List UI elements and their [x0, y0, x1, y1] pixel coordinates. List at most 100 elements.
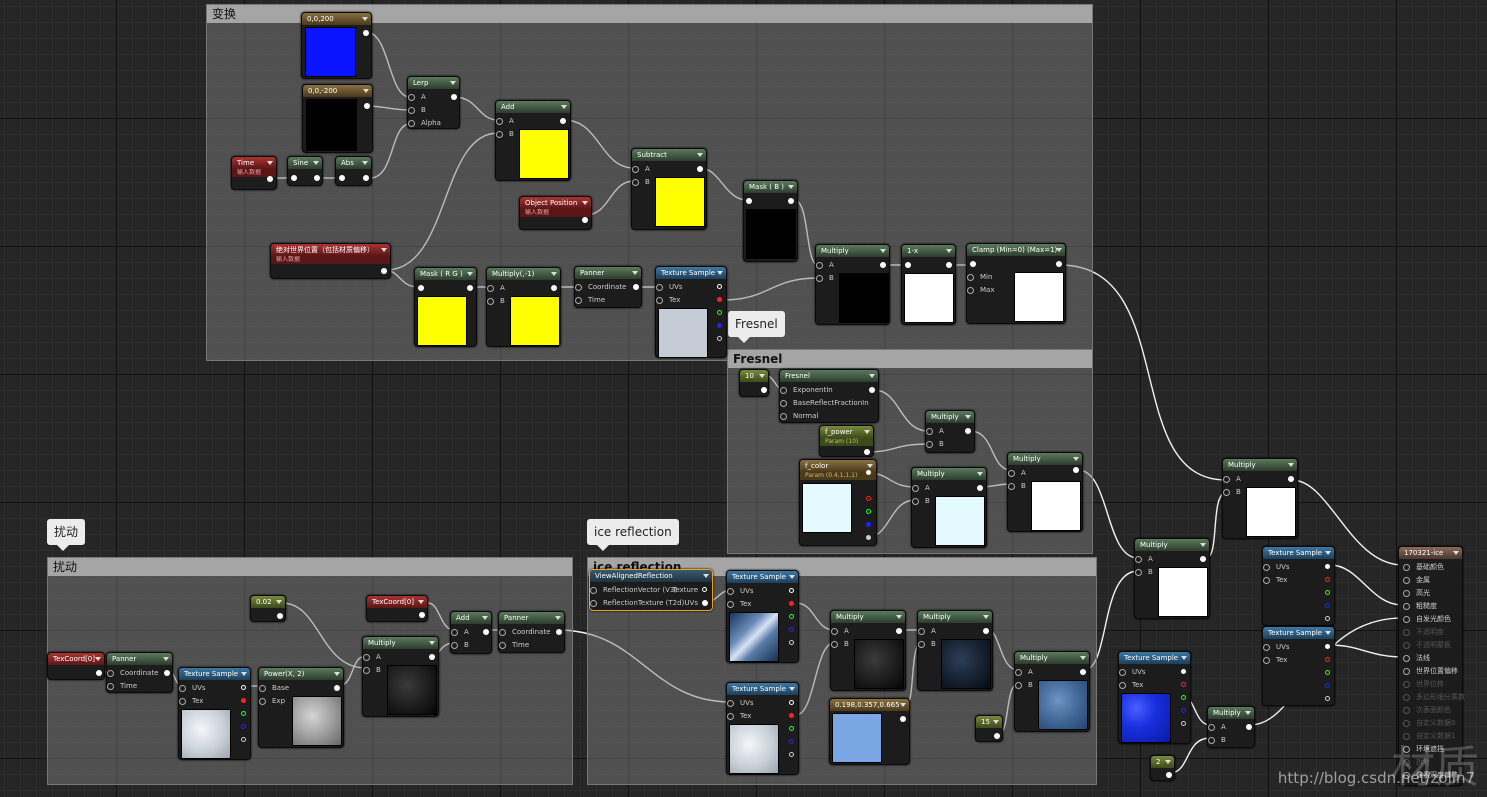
node-const-bottom[interactable]: 0,0,-200: [302, 84, 373, 153]
output-g[interactable]: [241, 711, 246, 716]
output-rgb[interactable]: [1325, 564, 1330, 569]
node-multiply-ice-1[interactable]: Multiply A B: [830, 610, 906, 691]
node-f-color[interactable]: f_color Param (0.4,1,1,1): [799, 459, 877, 546]
pin-tex[interactable]: Tex: [1263, 655, 1287, 665]
pin-uvs[interactable]: UVs: [1263, 642, 1290, 652]
node-object-position[interactable]: Object Position 输入数据: [519, 196, 592, 230]
output-uvs-pin[interactable]: [702, 600, 708, 606]
pin-b[interactable]: B: [816, 273, 834, 283]
output-r[interactable]: [789, 713, 794, 718]
pin-b[interactable]: B: [1223, 487, 1241, 497]
pin-coordinate[interactable]: Coordinate: [575, 282, 626, 292]
node-multiply-right-3[interactable]: Multiply A B: [1207, 706, 1255, 748]
pin-tex[interactable]: Tex: [727, 711, 751, 721]
output-rgb[interactable]: [1325, 644, 1330, 649]
output-pin[interactable]: [1080, 669, 1086, 675]
pin-b[interactable]: B: [1008, 481, 1026, 491]
pin-time[interactable]: Time: [575, 295, 605, 305]
output-pin[interactable]: [429, 654, 435, 660]
node-multiply-ice-2[interactable]: Multiply A B: [917, 610, 993, 691]
output-pin[interactable]: [1246, 724, 1252, 730]
output-pin[interactable]: [880, 262, 886, 268]
result-pin-world-position-offset[interactable]: 世界位置偏移: [1403, 666, 1458, 676]
output-g[interactable]: [717, 310, 722, 315]
node-sine[interactable]: Sine: [287, 156, 323, 186]
pin-tex[interactable]: Tex: [179, 696, 203, 706]
node-time[interactable]: Time 输入数据: [231, 156, 277, 190]
node-texture-sample[interactable]: Texture Sample UVs Tex: [655, 266, 727, 358]
output-pin[interactable]: [965, 428, 971, 434]
node-multiply-fresnel-1[interactable]: Multiply A B: [925, 410, 975, 453]
node-abs[interactable]: Abs: [335, 156, 372, 186]
result-pin-metallic[interactable]: 金属: [1403, 575, 1430, 585]
pin-a[interactable]: A: [1223, 474, 1241, 484]
output-pin[interactable]: [451, 94, 457, 100]
node-abs-world-position[interactable]: 绝对世界位置（包括材质偏移） 输入数据: [270, 243, 391, 279]
node-subtract[interactable]: Subtract A B: [631, 148, 707, 230]
node-multiply-right-2[interactable]: Multiply A B: [1134, 538, 1210, 619]
pin-b[interactable]: B: [912, 496, 930, 506]
input-pin[interactable]: [291, 175, 297, 181]
output-pin[interactable]: [761, 387, 767, 393]
pin-a[interactable]: A: [926, 426, 944, 436]
output-pin[interactable]: [314, 175, 320, 181]
node-texture-sample-disturb[interactable]: Texture Sample UVs Tex: [178, 667, 251, 760]
output-a[interactable]: [789, 640, 794, 645]
output-a[interactable]: [241, 737, 246, 742]
node-const-2[interactable]: 2: [1150, 755, 1175, 781]
pin-time[interactable]: Time: [107, 681, 137, 691]
output-pin[interactable]: [864, 449, 870, 455]
output-a[interactable]: [1325, 696, 1330, 701]
output-b[interactable]: [866, 522, 871, 527]
pin-uvs[interactable]: UVs: [727, 698, 754, 708]
output-pin[interactable]: [560, 118, 566, 124]
pin-a[interactable]: A: [632, 164, 650, 174]
pin-tex[interactable]: Tex: [727, 599, 751, 609]
pin-uvs[interactable]: UVs: [1263, 562, 1290, 572]
output-r[interactable]: [1181, 682, 1186, 687]
pin-tex[interactable]: Tex: [656, 295, 680, 305]
output-g[interactable]: [1325, 670, 1330, 675]
output-r[interactable]: [241, 698, 246, 703]
output-pin[interactable]: [1073, 467, 1079, 473]
output-b[interactable]: [1181, 708, 1186, 713]
output-pin[interactable]: [633, 284, 639, 290]
node-multiply-disturb[interactable]: Multiply A B: [362, 636, 439, 717]
node-add-disturb[interactable]: Add A B: [450, 611, 492, 654]
pin-tex[interactable]: Tex: [1263, 575, 1287, 585]
output-pin[interactable]: [363, 30, 369, 36]
pin-a[interactable]: A: [363, 652, 381, 662]
output-rgb[interactable]: [1181, 669, 1186, 674]
node-f-power[interactable]: f_power Param (10): [819, 425, 874, 457]
node-const-15[interactable]: 15: [975, 715, 1003, 742]
output-a[interactable]: [866, 535, 871, 540]
node-panner-disturb[interactable]: Panner Coordinate Time: [106, 652, 173, 693]
output-pin[interactable]: [551, 285, 557, 291]
node-texcoord-2[interactable]: TexCoord[0]: [366, 595, 428, 622]
output-a[interactable]: [789, 752, 794, 757]
pin-max[interactable]: Max: [967, 285, 994, 295]
pin-b[interactable]: B: [926, 439, 944, 449]
output-b[interactable]: [241, 724, 246, 729]
pin-uvs[interactable]: UVs: [727, 586, 754, 596]
pin-normal[interactable]: Normal: [780, 411, 818, 421]
pin-alpha[interactable]: Alpha: [408, 118, 441, 128]
node-multiply-fresnel-2[interactable]: Multiply A B: [911, 467, 987, 548]
output-pin[interactable]: [869, 387, 875, 393]
output-pin[interactable]: [977, 485, 983, 491]
node-power[interactable]: Power(X, 2) Base Exp: [258, 667, 344, 748]
input-pin[interactable]: [746, 198, 752, 204]
input-pin[interactable]: [418, 285, 424, 291]
pin-b[interactable]: B: [1015, 680, 1033, 690]
node-multiply-ice-3[interactable]: Multiply A B: [1014, 651, 1090, 732]
pin-a[interactable]: A: [912, 483, 930, 493]
pin-b[interactable]: B: [918, 639, 936, 649]
pin-a[interactable]: A: [1208, 722, 1226, 732]
output-rgb[interactable]: [866, 470, 871, 475]
pin-coordinate[interactable]: Coordinate: [499, 627, 550, 637]
node-view-aligned-reflection[interactable]: ViewAlignedReflection ReflectionVector (…: [589, 569, 713, 611]
output-pin[interactable]: [697, 166, 703, 172]
output-b[interactable]: [717, 323, 722, 328]
node-lerp[interactable]: Lerp A B Alpha: [407, 76, 460, 129]
node-const-10[interactable]: 10: [739, 369, 769, 397]
